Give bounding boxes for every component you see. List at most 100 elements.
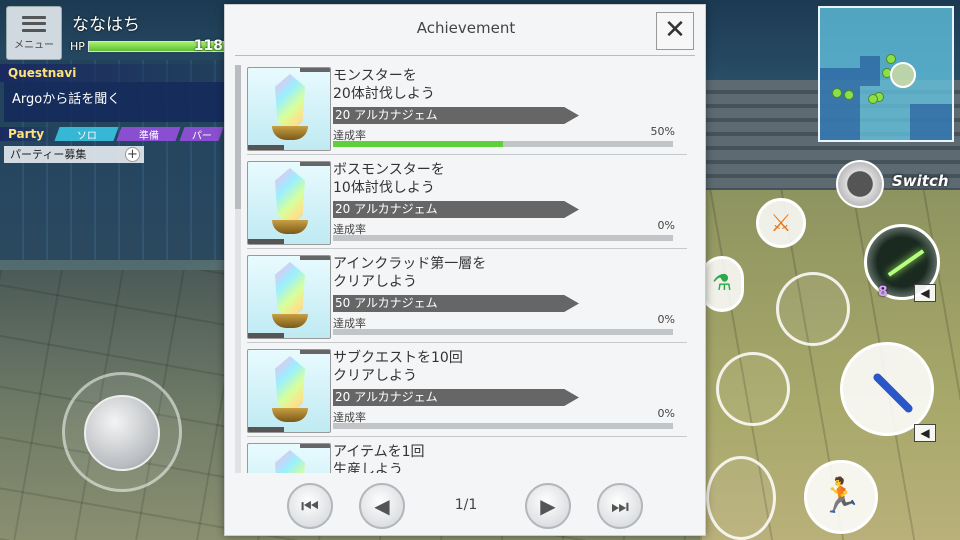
thumb-frame <box>248 145 284 150</box>
achievement-name: ボスモンスターを 10体討伐しよう <box>333 162 445 196</box>
minimap-building <box>910 104 952 140</box>
gem-crystal <box>275 356 305 414</box>
achievement-item[interactable]: アインクラッド第一層を クリアしよう 50 アルカナジェム 達成率 0% <box>247 253 687 343</box>
page-indicator: 1/1 <box>454 497 478 513</box>
party-recruit-label: パーティー募集 <box>10 148 87 161</box>
achievement-reward: 20 アルカナジェム <box>333 107 579 124</box>
achievement-name: アインクラッド第一層を クリアしよう <box>333 256 487 290</box>
pager: ⏮ ◀ 1/1 ▶ ⏭ <box>225 481 707 531</box>
achievement-name: サブクエストを10回 クリアしよう <box>333 350 463 384</box>
gem-crystal <box>275 450 305 473</box>
thumb-frame <box>300 256 330 260</box>
arcana-gem-icon <box>247 255 331 339</box>
minimap-npc-marker <box>844 90 854 100</box>
achievement-item[interactable]: アイテムを1回 生産しよう <box>247 441 687 473</box>
title-divider <box>235 55 695 56</box>
thumb-frame <box>248 333 284 338</box>
gem-base <box>272 408 308 422</box>
party-tab-party[interactable]: パー <box>179 127 224 142</box>
minimap-npc-marker <box>832 88 842 98</box>
minimap-building <box>820 68 860 140</box>
skill-count: 8 <box>878 284 888 300</box>
party-tab-label: ソロ <box>76 130 97 142</box>
thumb-frame <box>300 162 330 166</box>
menu-button[interactable]: メニュー <box>6 6 62 60</box>
modal-title: Achievement <box>416 19 516 37</box>
party-tab-label: 準備 <box>138 130 159 142</box>
rate-bar <box>333 423 673 429</box>
thumb-frame <box>300 444 330 448</box>
gem-base <box>272 314 308 328</box>
party-row: Party ソロ 準備 パー <box>0 125 224 143</box>
party-tab-solo[interactable]: ソロ <box>54 127 119 142</box>
rate-bar <box>333 235 673 241</box>
gem-base <box>272 126 308 140</box>
potion-icon[interactable]: ⚗ <box>700 256 744 312</box>
minimap-npc-marker <box>886 54 896 64</box>
first-page-icon[interactable]: ⏮ <box>287 483 333 529</box>
achievement-reward: 20 アルカナジェム <box>333 201 579 218</box>
hp-bar: 118 <box>88 37 226 54</box>
rate-percent: 0% <box>657 407 675 420</box>
rate-percent: 50% <box>650 125 675 138</box>
party-recruit-button[interactable]: パーティー募集 + <box>4 146 144 163</box>
gem-base <box>272 220 308 234</box>
arrow-left-icon[interactable]: ◀ <box>914 284 936 302</box>
arcana-gem-icon <box>247 349 331 433</box>
minimap-building <box>860 56 880 86</box>
hp-label: HP <box>70 39 85 53</box>
questnavi-title: Questnavi <box>0 64 224 82</box>
thumb-frame <box>300 350 330 354</box>
achievement-item[interactable]: サブクエストを10回 クリアしよう 20 アルカナジェム 達成率 0% <box>247 347 687 437</box>
joystick-knob[interactable] <box>84 395 160 471</box>
party-tab-label: パー <box>191 130 212 142</box>
hp-gauge: HP 118 <box>70 38 226 54</box>
plus-icon: + <box>125 147 140 162</box>
achievement-list[interactable]: モンスターを 20体討伐しよう 20 アルカナジェム 達成率 50% ボスモンスターを … <box>235 65 697 473</box>
thumb-frame <box>300 68 330 72</box>
questnavi-text: Argoから話を聞く <box>12 92 121 107</box>
player-name: ななはち <box>72 15 140 35</box>
minimap-player-marker <box>890 62 916 88</box>
achievement-item[interactable]: モンスターを 20体討伐しよう 20 アルカナジェム 達成率 50% <box>247 65 687 155</box>
menu-label: メニュー <box>14 39 54 51</box>
thumb-frame <box>248 427 284 432</box>
achievement-item[interactable]: ボスモンスターを 10体討伐しよう 20 アルカナジェム 達成率 0% <box>247 159 687 249</box>
switch-button[interactable] <box>836 160 884 208</box>
attack-button[interactable] <box>840 342 934 436</box>
minimap[interactable] <box>818 6 954 142</box>
close-icon[interactable]: ✕ <box>656 12 694 50</box>
rate-percent: 0% <box>657 219 675 232</box>
dash-icon[interactable]: 🏃 <box>804 460 878 534</box>
scrollbar-thumb[interactable] <box>235 65 241 209</box>
achievement-reward: 20 アルカナジェム <box>333 389 579 406</box>
rate-bar <box>333 329 673 335</box>
skill-slot-empty[interactable] <box>776 272 850 346</box>
arcana-gem-icon <box>247 443 331 473</box>
party-tab-ready[interactable]: 準備 <box>116 127 182 142</box>
achievement-name: アイテムを1回 生産しよう <box>333 444 425 473</box>
switch-label: Switch <box>892 172 949 190</box>
questnavi-box[interactable]: Argoから話を聞く <box>4 82 224 122</box>
arcana-gem-icon <box>247 67 331 151</box>
gem-crystal <box>275 168 305 226</box>
minimap-npc-marker <box>868 94 878 104</box>
skill-slot-empty[interactable] <box>716 352 790 426</box>
party-label: Party <box>0 127 58 141</box>
achievement-reward: 50 アルカナジェム <box>333 295 579 312</box>
gem-crystal <box>275 74 305 132</box>
sword-skill-icon[interactable]: ⚔ <box>756 198 806 248</box>
gem-crystal <box>275 262 305 320</box>
arcana-gem-icon <box>247 161 331 245</box>
last-page-icon[interactable]: ⏭ <box>597 483 643 529</box>
achievement-name: モンスターを 20体討伐しよう <box>333 68 435 102</box>
rate-bar <box>333 141 673 147</box>
prev-page-icon[interactable]: ◀ <box>359 483 405 529</box>
next-page-icon[interactable]: ▶ <box>525 483 571 529</box>
rate-percent: 0% <box>657 313 675 326</box>
skill-slot-empty[interactable] <box>706 456 776 540</box>
hp-value: 118 <box>193 37 223 54</box>
scrollbar-track[interactable] <box>235 65 241 473</box>
achievement-modal: Achievement ✕ モンスターを 20体討伐しよう 20 アルカナジェム達… <box>224 4 706 536</box>
arrow-left-icon[interactable]: ◀ <box>914 424 936 442</box>
